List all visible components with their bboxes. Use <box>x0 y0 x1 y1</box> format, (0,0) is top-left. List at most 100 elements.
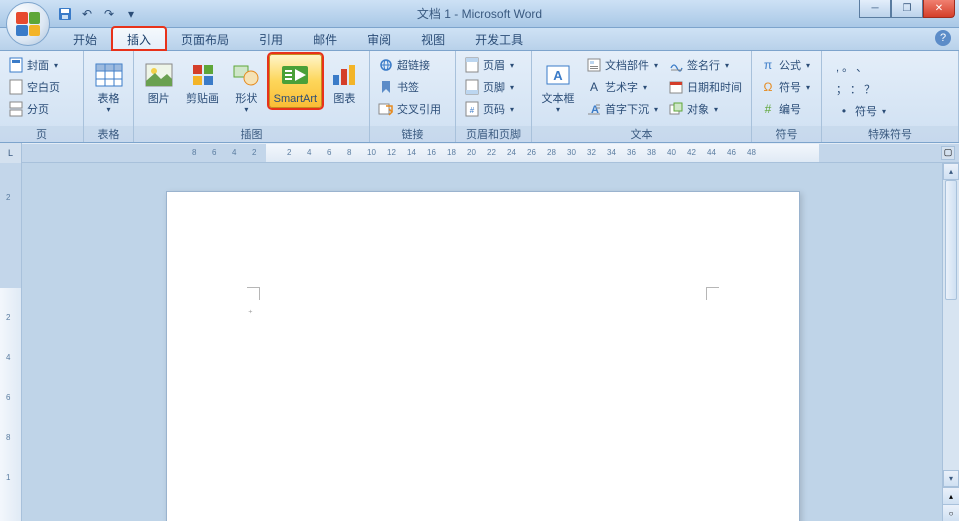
tab-view[interactable]: 视图 <box>406 27 460 50</box>
tab-mailings[interactable]: 邮件 <box>298 27 352 50</box>
table-label: 表格 <box>98 93 120 105</box>
document-area: 224681 ₊ ▴ ▾ ▴ ○ <box>0 163 959 521</box>
bookmark-label: 书签 <box>397 79 419 95</box>
qat-redo-button[interactable]: ↷ <box>100 5 118 23</box>
header-label: 页眉 <box>483 57 505 73</box>
help-button[interactable]: ? <box>935 30 951 46</box>
table-icon <box>93 59 125 91</box>
pagenum-button[interactable]: # 页码▾ <box>460 98 518 120</box>
sigline-button[interactable]: 签名行▾ <box>664 54 746 76</box>
group-symbols-label: 符号 <box>752 126 821 142</box>
group-links-label: 链接 <box>370 126 455 142</box>
qat-customize-button[interactable]: ▾ <box>122 5 140 23</box>
svg-text:#: # <box>470 106 475 115</box>
browse-select-button[interactable]: ○ <box>943 504 959 521</box>
picture-button[interactable]: 图片 <box>138 54 179 108</box>
wordart-icon: A <box>586 79 602 95</box>
textbox-label: 文本框 <box>542 93 575 105</box>
datetime-icon <box>668 79 684 95</box>
equation-button[interactable]: π 公式▾ <box>756 54 814 76</box>
symbol-icon: Ω <box>760 79 776 95</box>
dropcap-icon: A <box>586 101 602 117</box>
signature-icon <box>668 57 684 73</box>
shapes-button[interactable]: 形状 ▾ <box>226 54 267 117</box>
bookmark-button[interactable]: 书签 <box>374 76 445 98</box>
scroll-down-button[interactable]: ▾ <box>943 470 959 487</box>
cover-page-button[interactable]: 封面▾ <box>4 54 64 76</box>
number-button[interactable]: # 编号 <box>756 98 814 120</box>
page-break-icon <box>8 101 24 117</box>
group-illustrations: 图片 剪贴画 形状 ▾ SmartArt 图表 插图 <box>134 51 370 142</box>
smartart-button[interactable]: SmartArt <box>269 54 322 108</box>
tab-selector[interactable]: L <box>0 143 22 163</box>
browse-nav: ▴ ○ <box>943 487 959 521</box>
picture-icon <box>143 59 175 91</box>
bookmark-icon <box>378 79 394 95</box>
table-button[interactable]: 表格 ▾ <box>88 54 129 117</box>
tab-insert[interactable]: 插入 <box>112 27 166 50</box>
vertical-ruler[interactable]: 224681 <box>0 163 22 521</box>
tab-references[interactable]: 引用 <box>244 27 298 50</box>
wordart-label: 艺术字 <box>605 79 638 95</box>
title-bar: ↶ ↷ ▾ 文档 1 - Microsoft Word ─ ❐ ✕ <box>0 0 959 28</box>
object-icon <box>668 101 684 117</box>
tab-home[interactable]: 开始 <box>58 27 112 50</box>
office-button[interactable] <box>6 2 50 46</box>
horizontal-ruler[interactable]: 8642246810121416182022242628303234363840… <box>22 144 959 162</box>
symbol-label: 符号 <box>779 79 801 95</box>
vertical-scrollbar[interactable]: ▴ ▾ ▴ ○ <box>942 163 959 521</box>
tab-review[interactable]: 审阅 <box>352 27 406 50</box>
textbox-button[interactable]: A 文本框 ▾ <box>536 54 580 117</box>
ruler-row: L 86422468101214161820222426283032343638… <box>0 143 959 163</box>
qat-save-button[interactable] <box>56 5 74 23</box>
footer-button[interactable]: 页脚▾ <box>460 76 518 98</box>
blank-page-button[interactable]: 空白页 <box>4 76 64 98</box>
datetime-label: 日期和时间 <box>687 79 742 95</box>
blank-page-label: 空白页 <box>27 79 60 95</box>
hyperlink-label: 超链接 <box>397 57 430 73</box>
clipart-button[interactable]: 剪贴画 <box>181 54 223 108</box>
ruler-toggle-button[interactable]: ▢ <box>941 146 955 160</box>
header-icon <box>464 57 480 73</box>
quickparts-button[interactable]: 文档部件▾ <box>582 54 662 76</box>
scroll-thumb[interactable] <box>945 180 957 300</box>
pagenum-icon: # <box>464 101 480 117</box>
quick-access-toolbar: ↶ ↷ ▾ <box>56 5 140 23</box>
hyperlink-button[interactable]: 超链接 <box>374 54 445 76</box>
minimize-button[interactable]: ─ <box>859 0 891 18</box>
smartart-label: SmartArt <box>274 93 317 105</box>
maximize-button[interactable]: ❐ <box>891 0 923 18</box>
pagenum-label: 页码 <box>483 101 505 117</box>
qat-undo-button[interactable]: ↶ <box>78 5 96 23</box>
chart-button[interactable]: 图表 <box>324 54 365 108</box>
group-tables: 表格 ▾ 表格 <box>84 51 134 142</box>
footer-icon <box>464 79 480 95</box>
dropcap-button[interactable]: A 首字下沉▾ <box>582 98 662 120</box>
dropdown-arrow-icon: ▾ <box>106 105 110 114</box>
sigline-label: 签名行 <box>687 57 720 73</box>
object-button[interactable]: 对象▾ <box>664 98 746 120</box>
group-text: A 文本框 ▾ 文档部件▾ A 艺术字▾ A 首字下沉▾ <box>532 51 752 142</box>
browse-prev-button[interactable]: ▴ <box>943 487 959 504</box>
tab-developer[interactable]: 开发工具 <box>460 27 538 50</box>
object-label: 对象 <box>687 101 709 117</box>
wordart-button[interactable]: A 艺术字▾ <box>582 76 662 98</box>
close-button[interactable]: ✕ <box>923 0 955 18</box>
special-preview-row1: , 。 、 <box>832 56 890 78</box>
tab-page-layout[interactable]: 页面布局 <box>166 27 244 50</box>
header-button[interactable]: 页眉▾ <box>460 54 518 76</box>
number-label: 编号 <box>779 101 801 117</box>
ribbon-tabs: 开始 插入 页面布局 引用 邮件 审阅 视图 开发工具 ? <box>0 28 959 51</box>
dropdown-arrow-icon: ▾ <box>244 105 248 114</box>
clipart-icon <box>187 59 219 91</box>
symbol-button[interactable]: Ω 符号▾ <box>756 76 814 98</box>
scroll-up-button[interactable]: ▴ <box>943 163 959 180</box>
document-canvas[interactable]: ₊ <box>22 163 959 521</box>
dropcap-label: 首字下沉 <box>605 101 649 117</box>
text-cursor: ₊ <box>248 305 253 316</box>
page-break-button[interactable]: 分页 <box>4 98 64 120</box>
crossref-button[interactable]: 交叉引用 <box>374 98 445 120</box>
special-symbol-button[interactable]: • 符号▾ <box>832 100 890 122</box>
datetime-button[interactable]: 日期和时间 <box>664 76 746 98</box>
page[interactable]: ₊ <box>166 191 800 521</box>
